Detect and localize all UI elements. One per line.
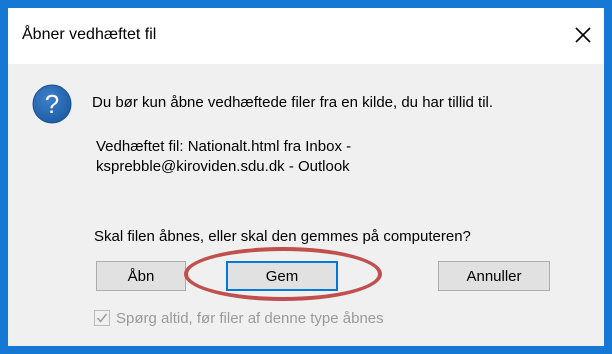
- attachment-info-line2: ksprebble@kiroviden.sdu.dk - Outlook: [96, 158, 350, 175]
- svg-text:?: ?: [45, 89, 59, 119]
- checkmark-icon: [96, 313, 108, 323]
- always-ask-checkbox-row: Spørg altid, før filer af denne type åbn…: [94, 308, 384, 328]
- close-button[interactable]: [570, 22, 596, 48]
- dialog-titlebar: Åbner vedhæftet fil: [8, 8, 604, 64]
- save-button[interactable]: Gem: [226, 261, 338, 291]
- warning-message: Du bør kun åbne vedhæftede filer fra en …: [92, 94, 494, 111]
- action-question: Skal filen åbnes, eller skal den gemmes …: [94, 228, 471, 245]
- open-button[interactable]: Åbn: [96, 261, 186, 291]
- attachment-info-line1: Vedhæftet fil: Nationalt.html fra Inbox …: [96, 138, 352, 155]
- attachment-dialog: Åbner vedhæftet fil ? Du bør kun åbne ve…: [8, 8, 604, 346]
- cancel-button[interactable]: Annuller: [438, 261, 550, 291]
- always-ask-checkbox: [94, 310, 110, 326]
- always-ask-label: Spørg altid, før filer af denne type åbn…: [116, 309, 384, 327]
- dialog-title: Åbner vedhæftet fil: [22, 26, 157, 43]
- question-icon: ?: [32, 84, 72, 124]
- close-icon: [575, 27, 591, 43]
